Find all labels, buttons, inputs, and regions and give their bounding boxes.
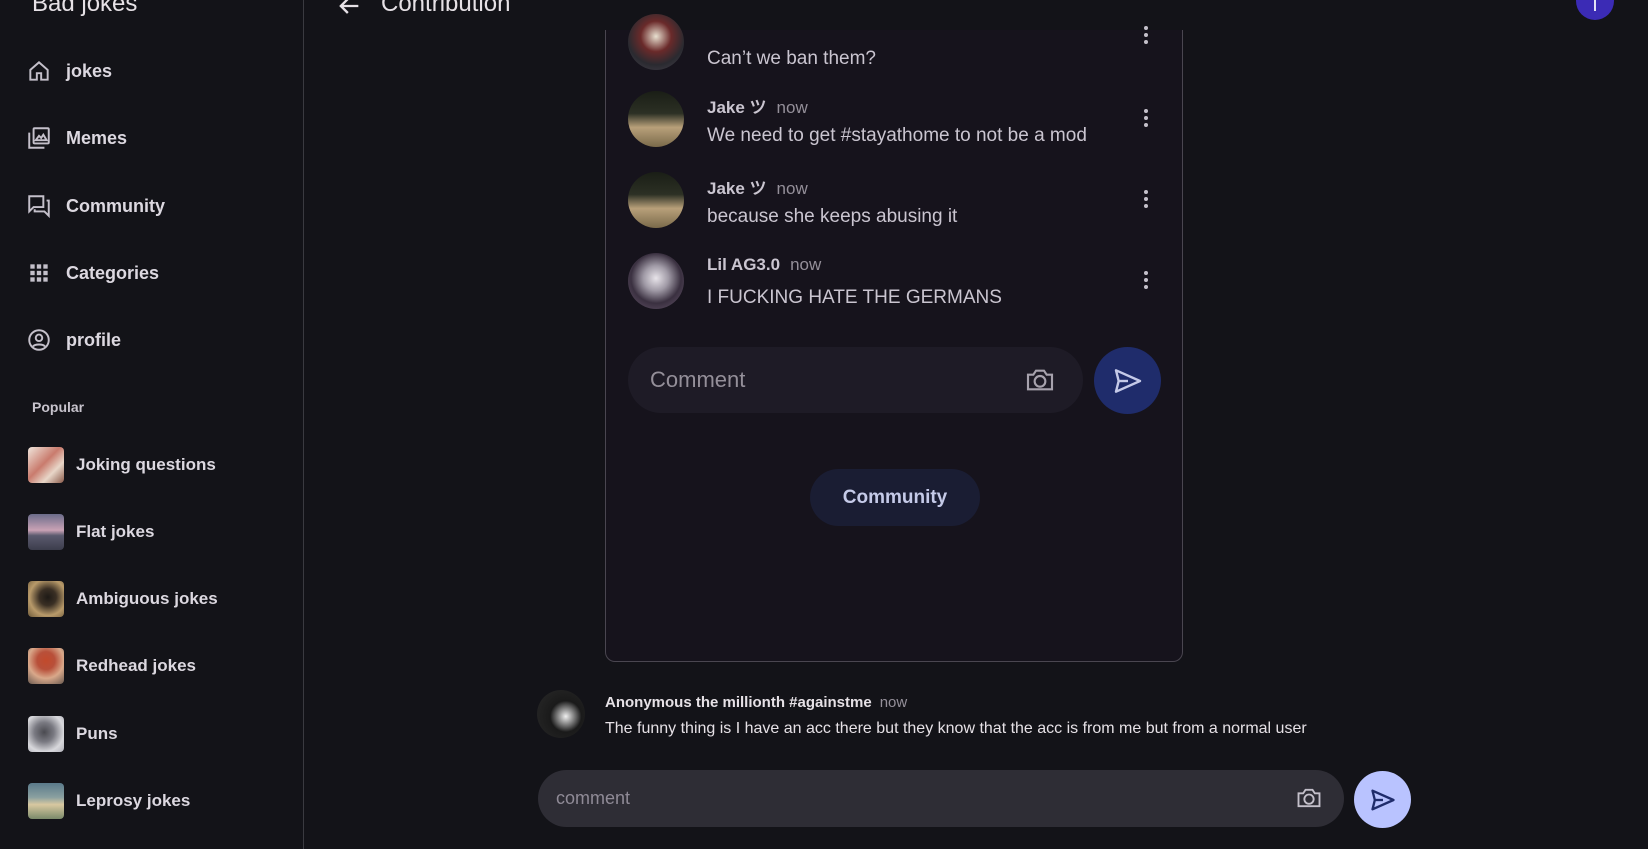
reply-text: The funny thing is I have an acc there b… xyxy=(605,720,1307,737)
nav-item-label: jokes xyxy=(66,60,113,81)
nav-item-label: Categories xyxy=(66,262,160,283)
forum-icon xyxy=(28,195,50,219)
avatar[interactable] xyxy=(628,14,684,70)
nav-item-label: Community xyxy=(66,195,165,216)
send-icon xyxy=(1370,789,1395,810)
category-thumbnail xyxy=(28,447,64,483)
camera-icon[interactable] xyxy=(1024,364,1056,396)
send-icon xyxy=(1114,368,1141,393)
more-vert-icon[interactable] xyxy=(1143,271,1149,293)
reply-author[interactable]: Anonymous the millionth #againstme xyxy=(605,694,872,711)
account-circle-icon xyxy=(28,329,50,351)
grid-icon xyxy=(30,264,48,282)
comment-item: Can’t we ban them? xyxy=(628,14,1163,84)
sidebar: Bad jokes jokes Memes Community Categori… xyxy=(0,0,304,849)
more-vert-icon[interactable] xyxy=(1143,190,1149,212)
category-thumbnail xyxy=(28,716,64,752)
comment-field[interactable] xyxy=(628,347,1083,413)
page-title: Contribution xyxy=(381,0,511,17)
nav-item-community[interactable]: Community xyxy=(26,184,286,228)
avatar[interactable] xyxy=(628,91,684,147)
app-title: Bad jokes xyxy=(32,0,138,17)
popular-item-label: Leprosy jokes xyxy=(76,791,191,810)
nav-item-label: profile xyxy=(66,329,122,350)
community-button[interactable]: Community xyxy=(810,469,980,526)
comment-item: Lil AG3.0 now I FUCKING HATE THE GERMANS xyxy=(628,253,1163,323)
avatar[interactable] xyxy=(537,690,585,738)
comment-author[interactable]: Lil AG3.0 xyxy=(707,255,780,274)
nav-item-profile[interactable]: profile xyxy=(26,318,286,362)
popular-heading: Popular xyxy=(32,399,85,415)
bottom-comment-field[interactable] xyxy=(538,770,1344,827)
nav-item-categories[interactable]: Categories xyxy=(26,251,286,295)
nav-item-memes[interactable]: Memes xyxy=(26,116,286,160)
reply-header: Anonymous the millionth #againstme now xyxy=(605,694,907,711)
popular-item-label: Flat jokes xyxy=(76,522,155,541)
popular-item[interactable]: Leprosy jokes xyxy=(28,782,190,820)
popular-item[interactable]: Puns xyxy=(28,715,118,753)
popular-item-label: Puns xyxy=(76,724,118,743)
popular-item[interactable]: Flat jokes xyxy=(28,513,154,551)
popular-item-label: Redhead jokes xyxy=(76,656,196,675)
category-thumbnail xyxy=(28,783,64,819)
comment-text: We need to get #stayathome to not be a m… xyxy=(707,125,1087,146)
comment-text: Can’t we ban them? xyxy=(707,48,876,69)
avatar[interactable] xyxy=(628,172,684,228)
comment-header: Jake ツ now xyxy=(707,174,808,199)
popular-item-label: Joking questions xyxy=(76,455,216,474)
reply-comment: Anonymous the millionth #againstme now Th… xyxy=(537,690,1437,740)
popular-item-label: Ambiguous jokes xyxy=(76,589,218,608)
nav-item-label: Memes xyxy=(66,127,128,148)
comment-text: I FUCKING HATE THE GERMANS xyxy=(707,287,1002,308)
comment-time: now xyxy=(790,255,822,274)
comment-input[interactable] xyxy=(650,347,1010,413)
comment-item: Jake ツ now because she keeps abusing it xyxy=(628,172,1163,242)
back-arrow-icon[interactable] xyxy=(335,0,363,20)
bottom-send-button[interactable] xyxy=(1354,771,1411,828)
home-icon xyxy=(29,61,49,81)
popular-item[interactable]: Redhead jokes xyxy=(28,647,196,685)
comment-item: Jake ツ now We need to get #stayathome to … xyxy=(628,91,1163,161)
gallery-icon xyxy=(28,127,50,149)
bottom-comment-input[interactable] xyxy=(556,770,1256,827)
comment-header: Jake ツ now xyxy=(707,93,808,118)
comment-header: Lil AG3.0 now xyxy=(707,255,821,275)
category-thumbnail xyxy=(28,581,64,617)
comment-text: because she keeps abusing it xyxy=(707,206,958,227)
camera-icon[interactable] xyxy=(1295,784,1323,812)
comment-time: now xyxy=(776,179,808,198)
popular-item[interactable]: Ambiguous jokes xyxy=(28,580,218,618)
thread-card: Can’t we ban them? Jake ツ now We need to … xyxy=(605,14,1183,662)
send-button[interactable] xyxy=(1094,347,1161,414)
popular-item[interactable]: Joking questions xyxy=(28,446,216,484)
category-thumbnail xyxy=(28,514,64,550)
comment-author[interactable]: Jake ツ xyxy=(707,98,767,117)
comment-time: now xyxy=(776,98,808,117)
account-avatar[interactable]: T xyxy=(1576,0,1614,20)
avatar[interactable] xyxy=(628,253,684,309)
category-thumbnail xyxy=(28,648,64,684)
reply-time: now xyxy=(879,694,908,711)
more-vert-icon[interactable] xyxy=(1143,26,1149,48)
nav-item-jokes[interactable]: jokes xyxy=(26,49,286,93)
comment-author[interactable]: Jake ツ xyxy=(707,179,767,198)
more-vert-icon[interactable] xyxy=(1143,109,1149,131)
